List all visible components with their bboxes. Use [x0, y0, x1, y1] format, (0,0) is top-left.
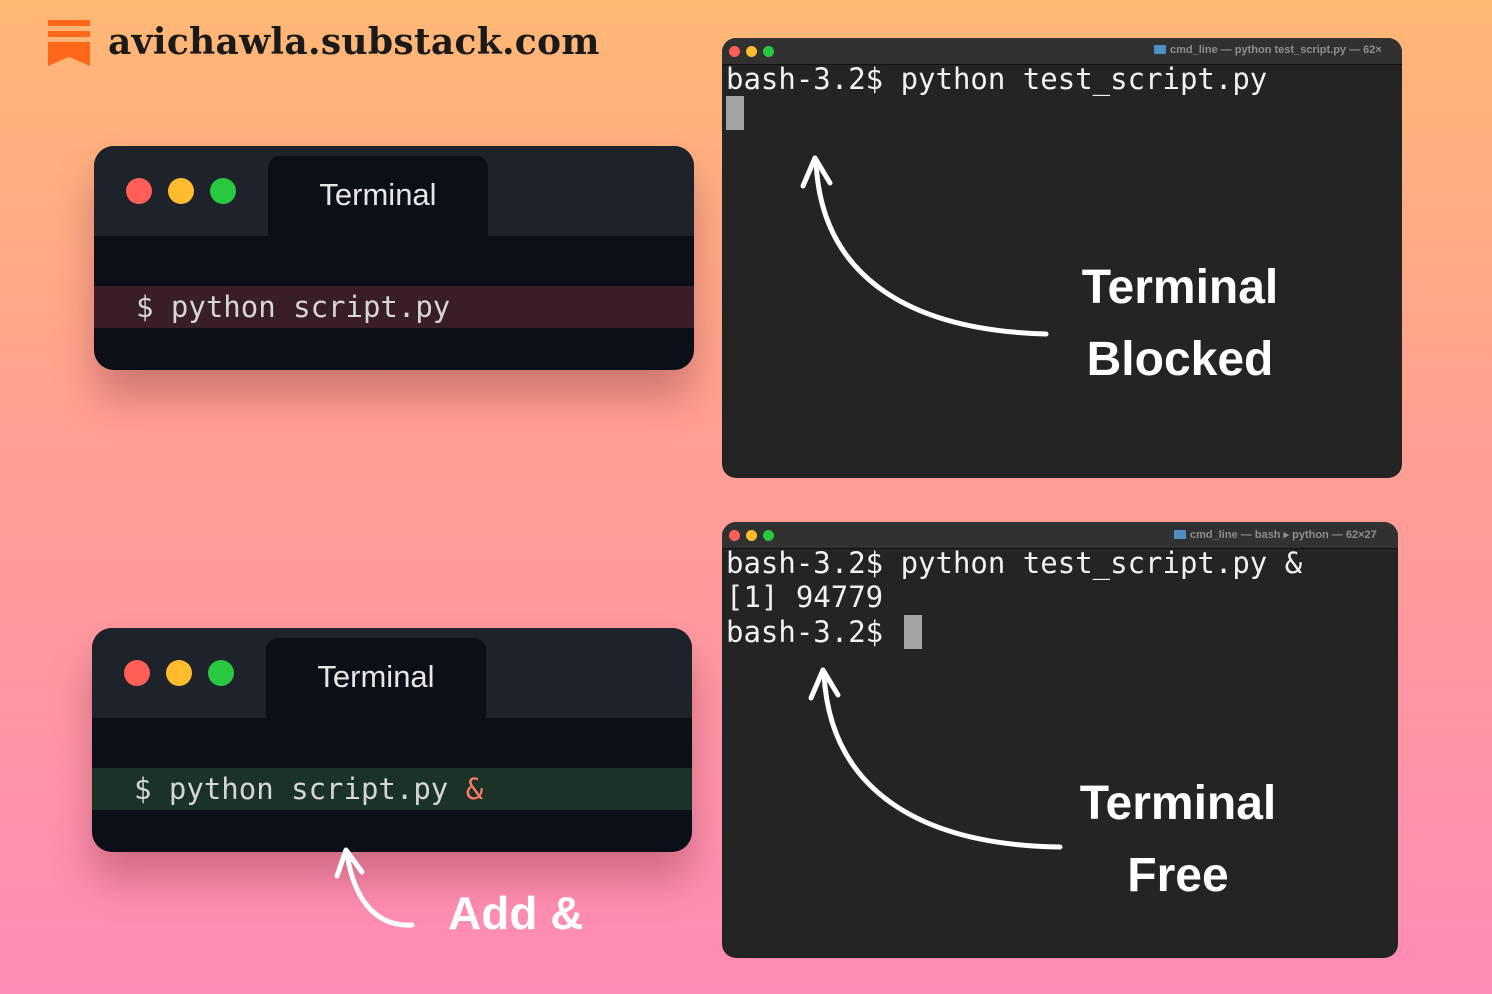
add-ampersand-callout: Add & [448, 887, 584, 939]
arrows-overlay [334, 155, 1063, 928]
curved-arrow-icon [821, 671, 1063, 850]
curved-arrow-icon [813, 157, 1049, 337]
